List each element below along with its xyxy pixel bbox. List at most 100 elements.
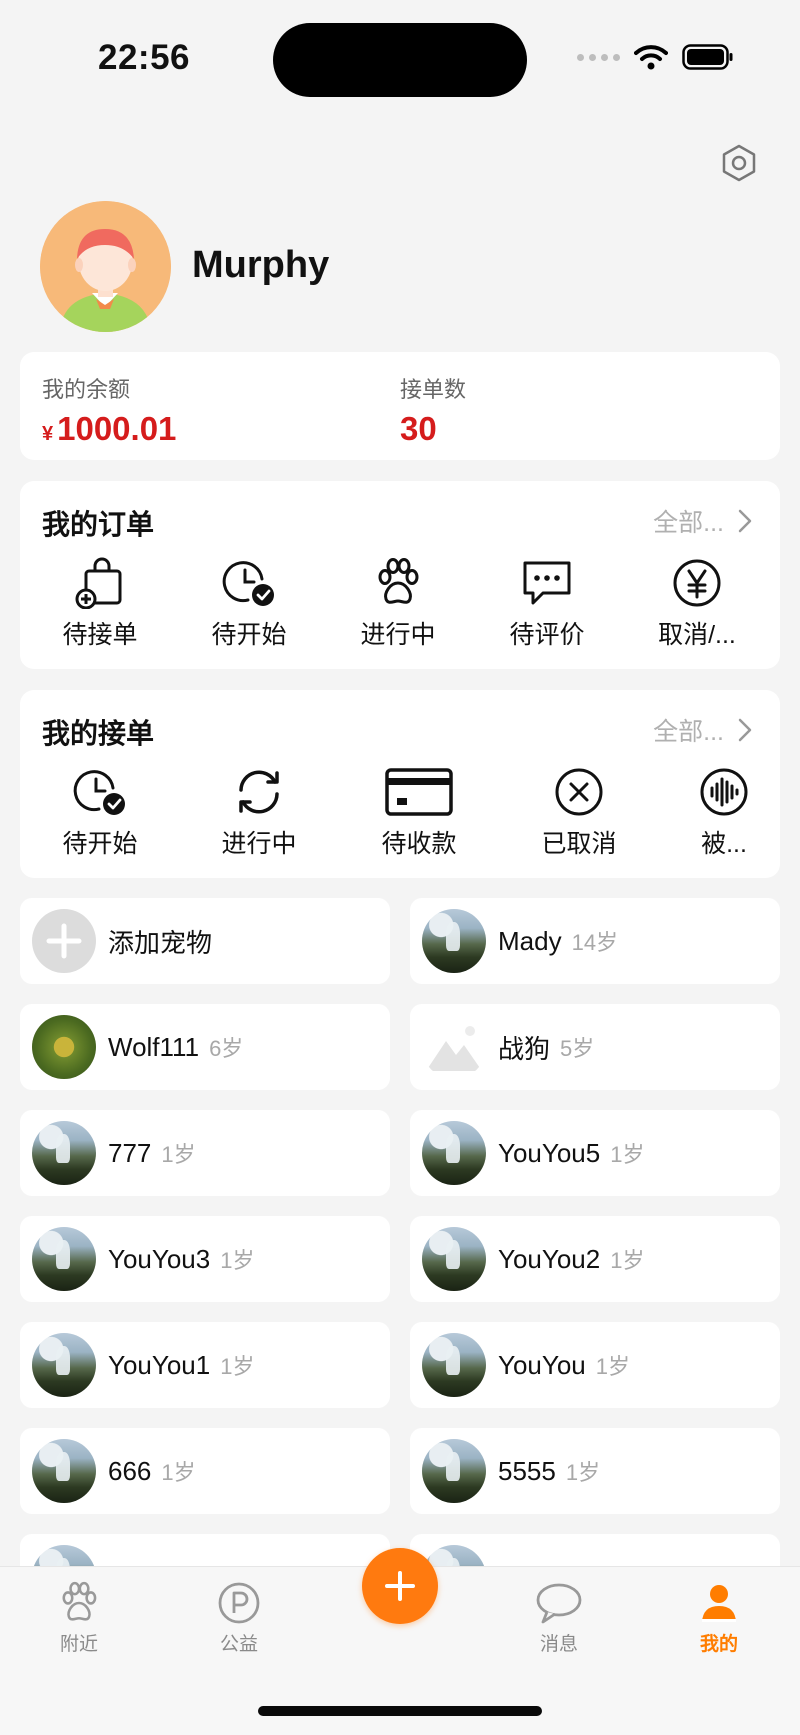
order-status-label: 进行中	[360, 621, 436, 649]
message-bubble-icon	[536, 1583, 582, 1624]
accepted-status-cancelled[interactable]: 已取消	[514, 766, 644, 860]
credit-card-icon	[385, 768, 453, 816]
person-icon	[702, 1585, 736, 1622]
order-status-cancelled-refund[interactable]: 取消/...	[632, 557, 762, 651]
pet-tile[interactable]: YouYou5 1岁	[410, 1110, 780, 1196]
wifi-icon	[634, 45, 668, 70]
chevron-right-icon	[738, 509, 752, 533]
chevron-right-icon	[738, 718, 752, 742]
order-status-pending-start[interactable]: 待开始	[184, 557, 314, 651]
pet-tile[interactable]: Mady 14岁	[410, 898, 780, 984]
tab-label: 消息	[539, 1634, 578, 1655]
plus-icon	[385, 1571, 415, 1601]
cellular-signal-icon	[577, 53, 620, 61]
order-status-label: 待接单	[62, 621, 138, 649]
balance-value-row: ¥ 1000.01	[42, 410, 176, 448]
my-accepted-card: 我的接单 全部... 待开始 进行中 待收款 已取消 被...	[20, 690, 780, 878]
gear-icon	[722, 144, 756, 182]
tab-profile[interactable]: 我的	[669, 1581, 769, 1656]
pet-name: 5555	[498, 1455, 556, 1486]
tab-label: 我的	[699, 1634, 738, 1655]
pet-tile[interactable]: YouYou2 1岁	[410, 1216, 780, 1302]
pet-age: 1岁	[610, 1248, 645, 1273]
accepted-status-awaiting-payment[interactable]: 待收款	[354, 766, 484, 860]
my-orders-view-all[interactable]: 全部...	[653, 503, 752, 539]
pet-avatar	[32, 1015, 96, 1079]
pet-tile[interactable]: YouYou3 1岁	[20, 1216, 390, 1302]
order-status-label: 待开始	[211, 621, 287, 649]
avatar-image	[40, 201, 171, 332]
balance-stat[interactable]: 我的余额 ¥ 1000.01	[42, 372, 176, 448]
orders-count-value-row: 30	[400, 410, 466, 448]
pet-name: Wolf111	[108, 1031, 200, 1062]
soundwave-circle-icon	[700, 768, 748, 816]
pet-avatar	[32, 1227, 96, 1291]
parking-p-icon	[218, 1582, 260, 1624]
clock-check-icon	[73, 770, 125, 815]
my-accepted-title: 我的接单	[42, 718, 155, 749]
image-placeholder-icon	[422, 1015, 486, 1079]
pet-name: YouYou1	[108, 1349, 211, 1380]
pet-name: YouYou	[498, 1349, 586, 1380]
accepted-status-label: 待开始	[62, 830, 138, 858]
pet-age: 5岁	[560, 1036, 595, 1061]
accepted-status-pending-start[interactable]: 待开始	[35, 766, 165, 860]
pet-age: 1岁	[220, 1354, 255, 1379]
pet-tile[interactable]: 战狗 5岁	[410, 1004, 780, 1090]
pet-name: Mady	[498, 925, 562, 956]
pet-name: 777	[108, 1137, 152, 1168]
pet-avatar	[32, 1439, 96, 1503]
add-post-button[interactable]	[362, 1548, 438, 1624]
order-status-pending-accept[interactable]: 待接单	[35, 557, 165, 651]
x-circle-icon	[555, 768, 603, 816]
my-orders-icon-row: 待接单 待开始 进行中 待评价 取消/...	[20, 557, 780, 657]
pet-age: 6岁	[209, 1036, 244, 1061]
status-icons	[577, 44, 734, 70]
accepted-status-label: 进行中	[221, 830, 297, 858]
refresh-icon	[239, 770, 279, 814]
dynamic-island	[273, 23, 527, 97]
pet-avatar	[422, 1121, 486, 1185]
avatar[interactable]	[40, 201, 171, 332]
pet-tile[interactable]: Wolf111 6岁	[20, 1004, 390, 1090]
accepted-status-label: 待收款	[381, 830, 457, 858]
pet-tile[interactable]: 5555 1岁	[410, 1428, 780, 1514]
tab-label: 附近	[59, 1634, 98, 1655]
accepted-status-label: 已取消	[541, 830, 617, 858]
add-pet-button[interactable]: 添加宠物	[20, 898, 390, 984]
order-status-in-progress[interactable]: 进行中	[333, 557, 463, 651]
pet-avatar	[422, 1227, 486, 1291]
currency-symbol: ¥	[42, 423, 54, 445]
order-status-pending-review[interactable]: 待评价	[482, 557, 612, 651]
pet-tile[interactable]: YouYou 1岁	[410, 1322, 780, 1408]
my-accepted-view-all[interactable]: 全部...	[653, 712, 752, 748]
settings-button[interactable]	[718, 142, 760, 184]
view-all-label: 全部...	[653, 509, 724, 537]
view-all-label: 全部...	[653, 718, 724, 746]
pet-tile[interactable]: YouYou1 1岁	[20, 1322, 390, 1408]
balance-label: 我的余额	[42, 377, 131, 402]
pet-age: 1岁	[610, 1142, 645, 1167]
tab-label: 公益	[219, 1634, 258, 1655]
pet-name: YouYou5	[498, 1137, 601, 1168]
pet-age: 14岁	[571, 930, 619, 955]
paw-icon	[62, 1581, 97, 1621]
clock-check-icon	[222, 561, 274, 606]
tab-charity[interactable]: 公益	[189, 1581, 289, 1656]
accepted-status-more[interactable]: 被...	[659, 766, 789, 860]
chat-bubble-icon	[523, 561, 571, 605]
accepted-status-in-progress[interactable]: 进行中	[194, 766, 324, 860]
tab-messages[interactable]: 消息	[509, 1581, 609, 1656]
pet-age: 1岁	[220, 1248, 255, 1273]
pet-age: 1岁	[161, 1460, 196, 1485]
pet-age: 1岁	[565, 1460, 601, 1485]
home-indicator	[258, 1706, 542, 1716]
tab-nearby[interactable]: 附近	[29, 1581, 129, 1656]
orders-count-stat[interactable]: 接单数 30	[400, 372, 466, 448]
bag-plus-icon	[75, 557, 122, 609]
pet-tile[interactable]: 666 1岁	[20, 1428, 390, 1514]
order-status-label: 取消/...	[658, 621, 736, 649]
pet-tile[interactable]: 777 1岁	[20, 1110, 390, 1196]
accepted-status-label: 被...	[701, 830, 747, 858]
pet-age: 1岁	[595, 1354, 630, 1379]
